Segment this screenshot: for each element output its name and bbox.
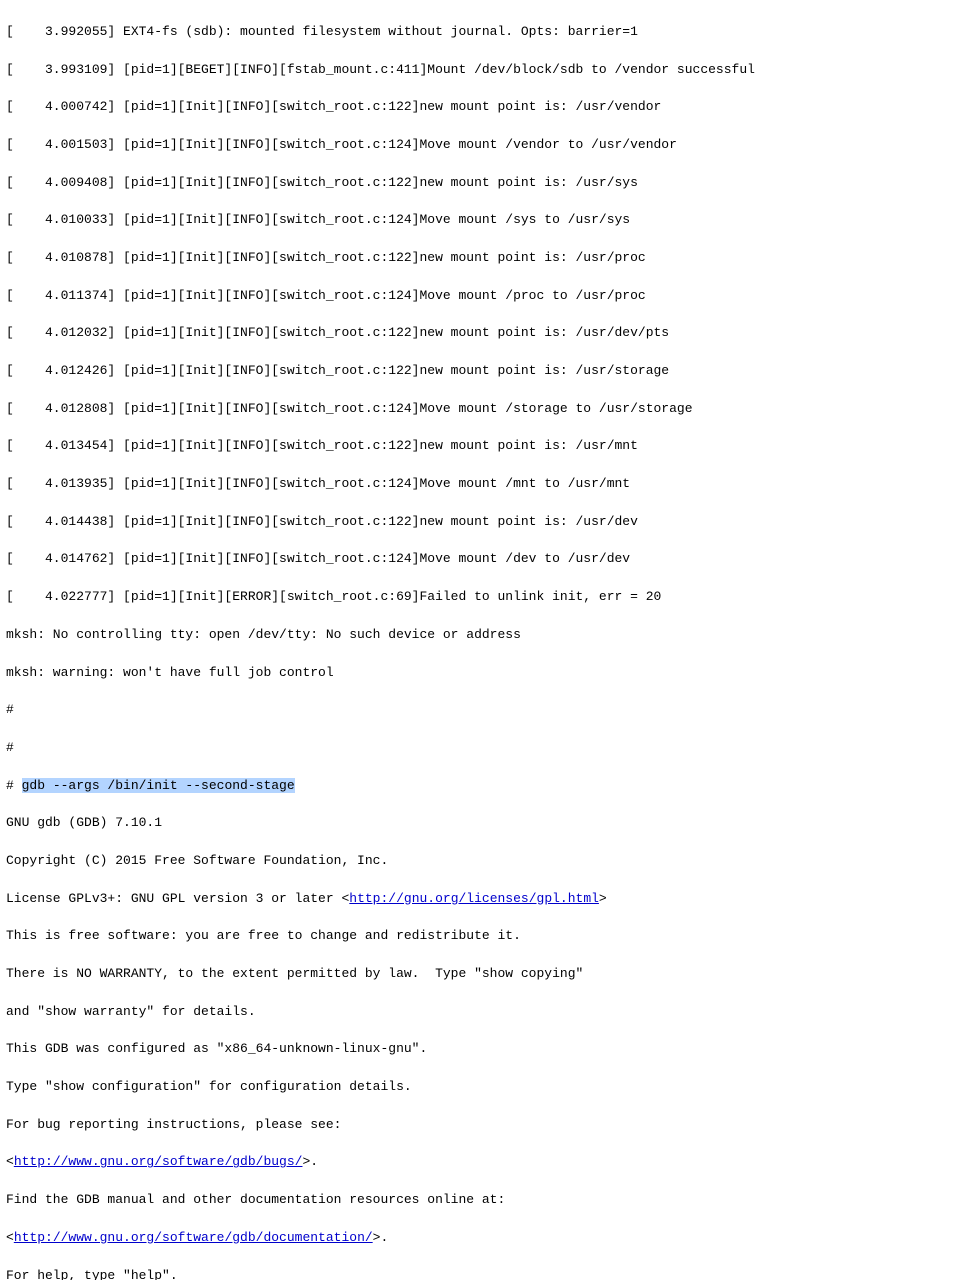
terminal-line: [ 4.014762] [pid=1][Init][INFO][switch_r…	[6, 550, 954, 569]
terminal-line: mksh: warning: won't have full job contr…	[6, 664, 954, 683]
terminal-link[interactable]: http://gnu.org/licenses/gpl.html	[349, 891, 599, 906]
terminal-line: For bug reporting instructions, please s…	[6, 1116, 954, 1135]
terminal-line: This GDB was configured as "x86_64-unkno…	[6, 1040, 954, 1059]
terminal-line: <http://www.gnu.org/software/gdb/documen…	[6, 1229, 954, 1248]
terminal-line: There is NO WARRANTY, to the extent perm…	[6, 965, 954, 984]
terminal-line: Copyright (C) 2015 Free Software Foundat…	[6, 852, 954, 871]
terminal-line: License GPLv3+: GNU GPL version 3 or lat…	[6, 890, 954, 909]
terminal-line: For help, type "help".	[6, 1267, 954, 1280]
terminal-line: [ 4.012426] [pid=1][Init][INFO][switch_r…	[6, 362, 954, 381]
terminal-line: Find the GDB manual and other documentat…	[6, 1191, 954, 1210]
terminal-line: mksh: No controlling tty: open /dev/tty:…	[6, 626, 954, 645]
terminal-line: [ 4.010878] [pid=1][Init][INFO][switch_r…	[6, 249, 954, 268]
terminal-line: <http://www.gnu.org/software/gdb/bugs/>.	[6, 1153, 954, 1172]
terminal-line: [ 4.001503] [pid=1][Init][INFO][switch_r…	[6, 136, 954, 155]
terminal-link[interactable]: http://www.gnu.org/software/gdb/document…	[14, 1230, 373, 1245]
terminal-line: Type "show configuration" for configurat…	[6, 1078, 954, 1097]
terminal-line: [ 4.014438] [pid=1][Init][INFO][switch_r…	[6, 513, 954, 532]
terminal-line: [ 4.012808] [pid=1][Init][INFO][switch_r…	[6, 400, 954, 419]
terminal-link[interactable]: http://www.gnu.org/software/gdb/bugs/	[14, 1154, 303, 1169]
terminal-line: #	[6, 701, 954, 720]
terminal-line: [ 4.009408] [pid=1][Init][INFO][switch_r…	[6, 174, 954, 193]
terminal-line: [ 4.013935] [pid=1][Init][INFO][switch_r…	[6, 475, 954, 494]
terminal-line: [ 4.022777] [pid=1][Init][ERROR][switch_…	[6, 588, 954, 607]
terminal-line: and "show warranty" for details.	[6, 1003, 954, 1022]
terminal-line: [ 3.993109] [pid=1][BEGET][INFO][fstab_m…	[6, 61, 954, 80]
terminal-line: [ 4.011374] [pid=1][Init][INFO][switch_r…	[6, 287, 954, 306]
terminal-line: [ 3.992055] EXT4-fs (sdb): mounted files…	[6, 23, 954, 42]
terminal-line: This is free software: you are free to c…	[6, 927, 954, 946]
terminal-line: # gdb --args /bin/init --second-stage	[6, 777, 954, 796]
terminal-line: [ 4.012032] [pid=1][Init][INFO][switch_r…	[6, 324, 954, 343]
terminal-line: [ 4.000742] [pid=1][Init][INFO][switch_r…	[6, 98, 954, 117]
terminal-line: [ 4.013454] [pid=1][Init][INFO][switch_r…	[6, 437, 954, 456]
terminal-line: [ 4.010033] [pid=1][Init][INFO][switch_r…	[6, 211, 954, 230]
terminal-output: [ 3.992055] EXT4-fs (sdb): mounted files…	[0, 0, 960, 1280]
terminal-line: GNU gdb (GDB) 7.10.1	[6, 814, 954, 833]
command-highlight: gdb --args /bin/init --second-stage	[22, 778, 295, 793]
terminal-line: #	[6, 739, 954, 758]
